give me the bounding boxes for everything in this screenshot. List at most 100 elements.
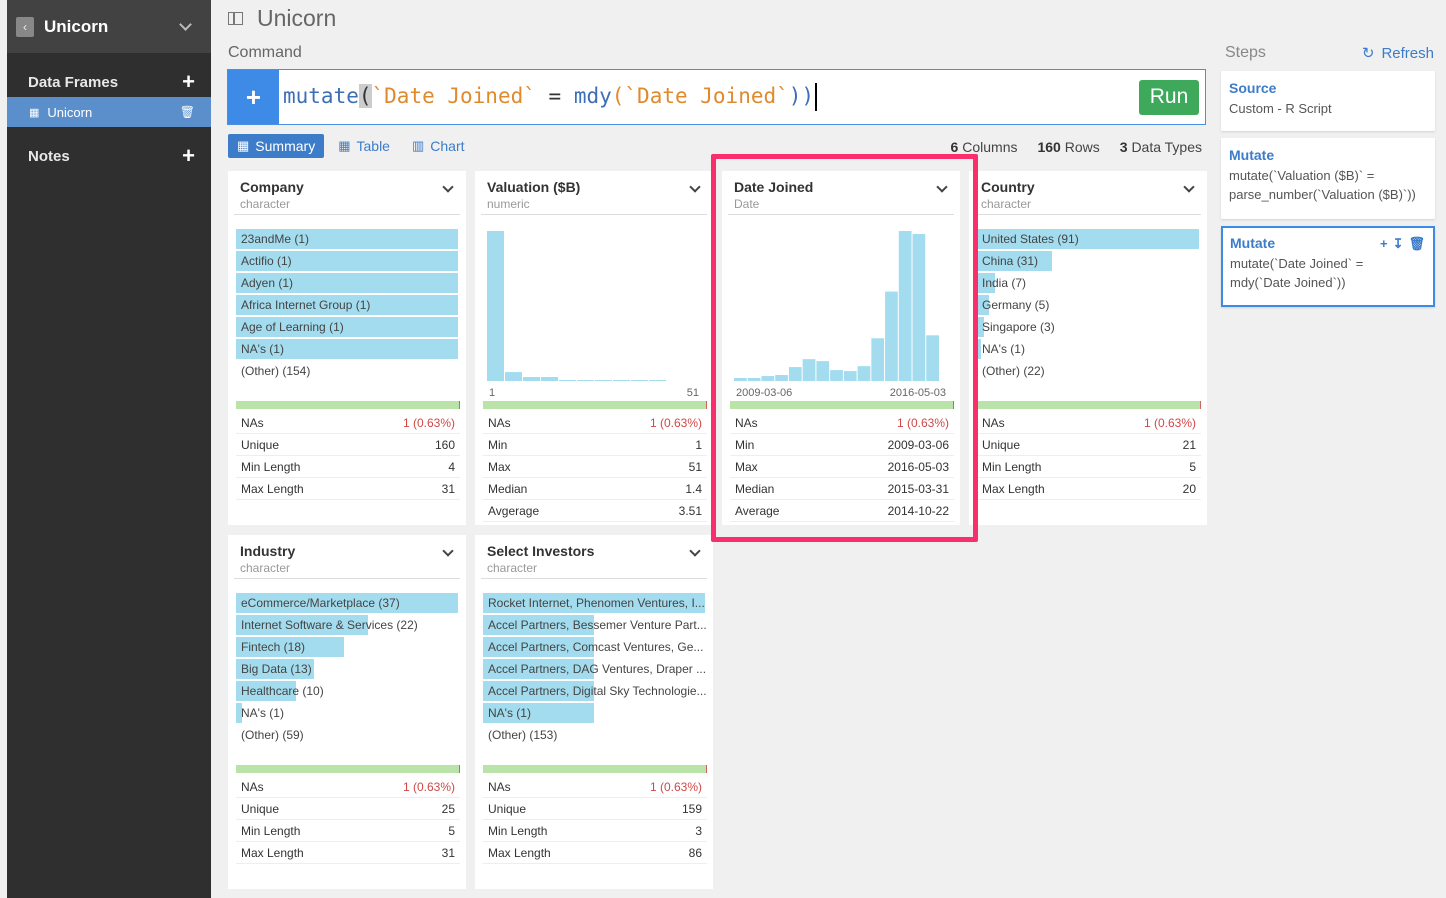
frequency-row[interactable]: NA's (1) [236, 703, 460, 723]
histogram-bar[interactable] [871, 338, 885, 381]
histogram-bar[interactable] [788, 367, 802, 381]
frequency-row[interactable]: Singapore (3) [977, 317, 1201, 337]
refresh-icon: ↻ [1361, 45, 1375, 62]
frequency-row[interactable]: Germany (5) [977, 295, 1201, 315]
histogram-bar[interactable] [649, 380, 666, 381]
cmd-equals: = [535, 84, 574, 108]
stat-row: Median 2015-03-31 [730, 478, 954, 500]
frequency-row[interactable]: Accel Partners, Comcast Ventures, Ge... [483, 637, 707, 657]
frequency-row[interactable]: (Other) (22) [977, 361, 1201, 381]
histogram-bar[interactable] [898, 231, 912, 381]
add-note-icon[interactable]: + [182, 145, 195, 167]
histogram-bar[interactable] [577, 380, 594, 381]
add-step-icon[interactable]: + [1380, 236, 1388, 252]
stat-value: 31 [441, 481, 455, 496]
frequency-row[interactable]: Rocket Internet, Phenomen Ventures, I... [483, 593, 707, 613]
trash-icon[interactable]: 🗑 [1408, 236, 1425, 252]
frequency-row[interactable]: Actifio (1) [236, 251, 460, 271]
histogram-bar[interactable] [613, 380, 630, 381]
histogram-bar[interactable] [885, 291, 898, 381]
histogram-bar[interactable] [595, 380, 612, 381]
histogram-bar[interactable] [816, 361, 830, 381]
step-mutate-date-joined[interactable]: Mutate mutate(`Date Joined` = mdy(`Date … [1221, 226, 1435, 307]
table-icon: ▦ [338, 138, 351, 153]
histogram-bar[interactable] [775, 375, 788, 381]
histogram-bar[interactable] [541, 377, 558, 381]
na-bar-missing [706, 401, 707, 409]
stat-value: 4 [448, 459, 455, 474]
step-mutate-valuation[interactable]: Mutate mutate(`Valuation ($B)` = parse_n… [1221, 138, 1435, 219]
refresh-button[interactable]: ↻ Refresh [1361, 44, 1434, 63]
histogram-bar[interactable] [857, 366, 871, 381]
stat-row: Avgerage 3.51 [483, 500, 707, 522]
back-icon[interactable]: ‹ [16, 16, 34, 37]
frequency-row[interactable]: NA's (1) [236, 339, 460, 359]
stat-key: Max Length [488, 845, 551, 860]
frequency-row[interactable]: Big Data (13) [236, 659, 460, 679]
add-command-button[interactable]: + [228, 70, 279, 124]
frequency-row[interactable]: Accel Partners, DAG Ventures, Draper ... [483, 659, 707, 679]
frequency-row[interactable]: India (7) [977, 273, 1201, 293]
histogram-bar[interactable] [912, 233, 926, 381]
frequency-row[interactable]: Adyen (1) [236, 273, 460, 293]
frequency-row[interactable]: (Other) (59) [236, 725, 460, 745]
frequency-row[interactable]: NA's (1) [483, 703, 707, 723]
frequency-row[interactable]: (Other) (154) [236, 361, 460, 381]
frequency-row[interactable]: Africa Internet Group (1) [236, 295, 460, 315]
frequency-row[interactable]: United States (91) [977, 229, 1201, 249]
chevron-down-icon[interactable] [179, 18, 192, 31]
histogram-bar[interactable] [761, 376, 775, 381]
histogram-bar[interactable] [505, 372, 522, 381]
command-input[interactable]: mutate(`Date Joined` = mdy(`Date Joined`… [279, 83, 1139, 111]
histogram-bar[interactable] [734, 378, 747, 381]
stat-value: 1 (0.63%) [649, 779, 702, 794]
tab-summary[interactable]: ▦ Summary [228, 134, 325, 158]
step-source[interactable]: Source Custom - R Script [1221, 71, 1435, 131]
frequency-row[interactable]: China (31) [977, 251, 1201, 271]
frequency-row[interactable]: NA's (1) [977, 339, 1201, 359]
histogram-bar[interactable] [631, 380, 648, 381]
data-frames-section: Data Frames + [7, 69, 211, 95]
project-header[interactable]: ‹ Unicorn [7, 0, 211, 53]
column-type: numeric [487, 197, 530, 211]
stat-table: NAs 1 (0.63%) Unique 160 Min Length 4 Max Leng… [236, 412, 460, 500]
histogram-bar[interactable] [523, 377, 540, 381]
tab-table[interactable]: ▦ Table [338, 134, 390, 158]
histogram-bar[interactable] [487, 231, 504, 381]
sidebar-item-unicorn[interactable]: ▦ Unicorn 🗑 [7, 97, 211, 127]
frequency-row[interactable]: Healthcare (10) [236, 681, 460, 701]
data-stats: 6 Columns 160 Rows 3 Data Types [951, 139, 1202, 155]
run-button[interactable]: Run [1139, 79, 1199, 115]
frequency-row[interactable]: 23andMe (1) [236, 229, 460, 249]
frequency-list: eCommerce/Marketplace (37) Internet Softw… [228, 579, 466, 765]
stat-key: NAs [488, 415, 511, 430]
histogram-bar[interactable] [559, 380, 576, 381]
trash-icon[interactable]: 🗑 [180, 105, 195, 119]
step-body: mutate(`Valuation ($B)` = parse_number(`… [1229, 168, 1416, 202]
histogram-bar[interactable] [747, 378, 761, 381]
card-header: Country character [975, 171, 1201, 215]
command-label: Command [228, 44, 302, 61]
add-data-frame-icon[interactable]: + [182, 71, 195, 93]
histogram-bar[interactable] [843, 371, 857, 381]
tab-chart-label: Chart [430, 138, 465, 154]
frequency-row[interactable]: Age of Learning (1) [236, 317, 460, 337]
frequency-row[interactable]: eCommerce/Marketplace (37) [236, 593, 460, 613]
histogram-bar[interactable] [802, 359, 816, 381]
frequency-row[interactable]: Fintech (18) [236, 637, 460, 657]
frequency-row[interactable]: (Other) (153) [483, 725, 707, 745]
histogram-bar[interactable] [830, 370, 843, 381]
frequency-list: Rocket Internet, Phenomen Ventures, I...… [475, 579, 713, 765]
download-icon[interactable]: ↧ [1393, 236, 1404, 252]
histogram-max-label: 2016-05-03 [889, 387, 946, 399]
frequency-label: Accel Partners, Comcast Ventures, Ge... [488, 640, 704, 654]
frequency-row[interactable]: Internet Software & Services (22) [236, 615, 460, 635]
histogram-svg [487, 231, 666, 381]
tab-chart[interactable]: ▥ Chart [412, 134, 465, 158]
stat-row: Unique 159 [483, 798, 707, 820]
frequency-row[interactable]: Accel Partners, Digital Sky Technologie.… [483, 681, 707, 701]
frequency-row[interactable]: Accel Partners, Bessemer Venture Part... [483, 615, 707, 635]
frequency-label: (Other) (59) [241, 728, 304, 742]
stat-key: Min [488, 437, 508, 452]
histogram-bar[interactable] [926, 335, 939, 381]
